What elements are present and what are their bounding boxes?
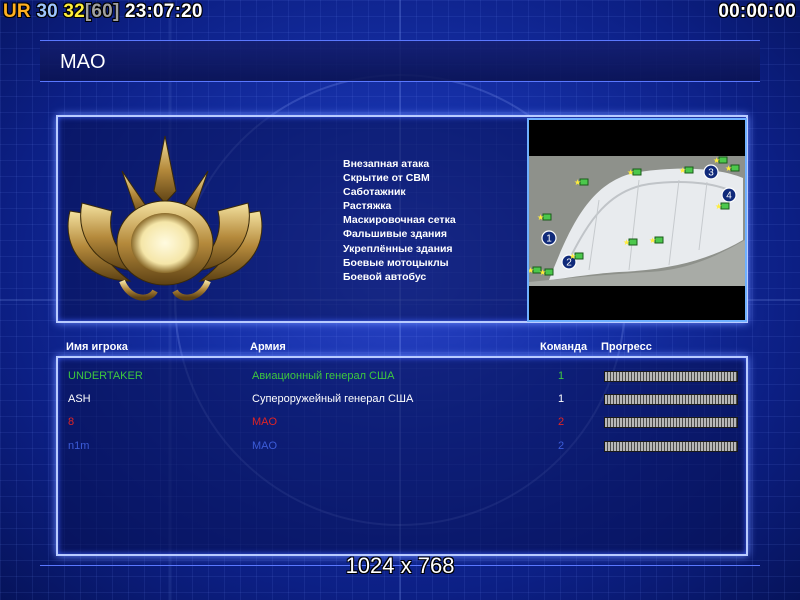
load-progress-fill bbox=[605, 418, 737, 427]
minimap-frame[interactable]: 1 2 3 4 ★ ★ ★ ★ ★ ★ ★ ★ ★ ★ ★ ★ bbox=[527, 118, 747, 322]
supply-marker-icon bbox=[718, 156, 728, 164]
star-marker-icon: ★ bbox=[574, 178, 581, 187]
player-team: 2 bbox=[558, 440, 565, 452]
hud-timer: 00:00:00 bbox=[718, 1, 796, 22]
star-marker-icon: ★ bbox=[537, 213, 544, 222]
load-progress-fill bbox=[605, 442, 737, 451]
minimap[interactable]: 1234★★★ ★★★★★ ★★★ ★ bbox=[529, 120, 745, 320]
column-header-team: Команда bbox=[540, 341, 588, 353]
faction-info-panel: Внезапная атака Скрытие от СВМ Саботажни… bbox=[56, 115, 748, 323]
hud-segment: UR bbox=[3, 1, 37, 22]
star-marker-icon: ★ bbox=[649, 236, 656, 245]
player-team: 1 bbox=[558, 370, 565, 382]
star-marker-icon: ★ bbox=[529, 266, 534, 275]
feature-item: Внезапная атака bbox=[343, 158, 430, 170]
feature-item: Фальшивые здания bbox=[343, 228, 447, 241]
start-position-number: 1 bbox=[546, 234, 552, 245]
supply-marker-icon bbox=[654, 236, 664, 244]
start-position-marker: 3 bbox=[703, 164, 719, 180]
star-marker-icon: ★ bbox=[623, 238, 630, 247]
player-row: n1m MAO 2 bbox=[58, 437, 746, 457]
hud-segment: [60] bbox=[84, 1, 125, 22]
star-marker-icon: ★ bbox=[679, 166, 686, 175]
feature-item: Боевой автобус bbox=[343, 270, 427, 283]
player-row: UNDERTAKER Авиационный генерал США 1 bbox=[58, 367, 746, 387]
player-army: Супероружейный генерал США bbox=[252, 393, 414, 405]
supply-marker-icon bbox=[628, 238, 638, 246]
player-army: MAO bbox=[252, 416, 278, 428]
supply-marker-icon bbox=[574, 252, 584, 260]
china-faction-emblem-icon bbox=[67, 135, 263, 301]
start-position-number: 3 bbox=[708, 168, 714, 179]
load-progress-bar bbox=[604, 371, 738, 382]
star-marker-icon: ★ bbox=[569, 252, 576, 261]
star-marker-icon: ★ bbox=[627, 168, 634, 177]
load-progress-fill bbox=[605, 372, 737, 381]
player-army: MAO bbox=[252, 440, 278, 452]
star-marker-icon: ★ bbox=[713, 156, 720, 165]
feature-item: Укреплённые здания bbox=[343, 242, 453, 255]
player-team: 2 bbox=[558, 416, 565, 428]
feature-item: Маскировочная сетка bbox=[343, 214, 456, 227]
feature-item: Саботажник bbox=[343, 186, 406, 199]
load-progress-fill bbox=[605, 395, 737, 404]
player-name: ASH bbox=[68, 393, 91, 405]
feature-item: Растяжка bbox=[343, 200, 392, 213]
player-team: 1 bbox=[558, 393, 565, 405]
hud-segment: 30 bbox=[36, 1, 64, 22]
hud-stats: UR 30 32[60] 23:07:20 bbox=[3, 1, 203, 23]
page-title: MAO bbox=[60, 51, 106, 73]
column-header-progress: Прогресс bbox=[601, 341, 652, 353]
player-row: 8 MAO 2 bbox=[58, 413, 746, 433]
supply-marker-icon bbox=[720, 202, 730, 210]
player-name: n1m bbox=[68, 440, 90, 452]
feature-item: Скрытие от СВМ bbox=[343, 172, 430, 185]
load-progress-bar bbox=[604, 394, 738, 405]
star-marker-icon: ★ bbox=[715, 202, 722, 211]
player-army: Авиационный генерал США bbox=[252, 370, 395, 382]
feature-list: Внезапная атака Скрытие от СВМ Саботажни… bbox=[343, 157, 456, 284]
resolution-label: 1024 x 768 bbox=[345, 553, 455, 578]
feature-item: Боевые мотоцыклы bbox=[343, 256, 449, 269]
title-bar: MAO bbox=[40, 40, 760, 82]
player-name: 8 bbox=[68, 416, 75, 428]
supply-marker-icon bbox=[542, 213, 552, 221]
supply-marker-icon bbox=[579, 178, 589, 186]
player-name: UNDERTAKER bbox=[68, 370, 143, 382]
column-header-name: Имя игрока bbox=[66, 341, 128, 353]
player-row: ASH Супероружейный генерал США 1 bbox=[58, 390, 746, 410]
hud-segment: 23:07:20 bbox=[124, 1, 203, 22]
players-panel: UNDERTAKER Авиационный генерал США 1 ASH Суп… bbox=[56, 356, 748, 556]
start-position-marker: 1 bbox=[541, 230, 557, 246]
column-header-army: Армия bbox=[250, 341, 286, 353]
load-progress-bar bbox=[604, 417, 738, 428]
supply-marker-icon bbox=[730, 164, 740, 172]
start-position-marker: 4 bbox=[721, 187, 737, 203]
supply-marker-icon bbox=[632, 168, 642, 176]
hud-segment: 32 bbox=[63, 1, 85, 22]
star-marker-icon: ★ bbox=[725, 164, 732, 173]
supply-marker-icon bbox=[544, 268, 554, 276]
supply-marker-icon bbox=[684, 166, 694, 174]
load-progress-bar bbox=[604, 441, 738, 452]
star-marker-icon: ★ bbox=[539, 268, 546, 277]
start-position-number: 4 bbox=[726, 191, 732, 202]
